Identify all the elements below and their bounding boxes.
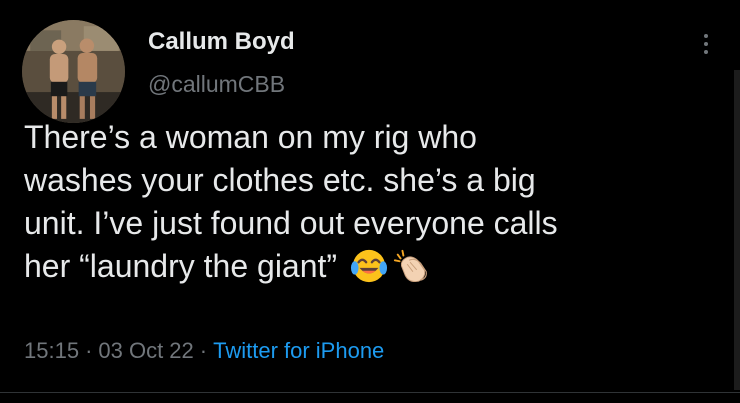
tweet-text-line: washes your clothes etc. she’s a big: [24, 162, 536, 198]
tweet-text-line-content: her “laundry the giant”: [24, 248, 338, 284]
author-name[interactable]: Callum Boyd: [148, 28, 295, 56]
ellipsis-dot: [704, 50, 708, 54]
meta-separator: ·: [85, 338, 93, 363]
face-with-tears-of-joy-icon: [350, 247, 388, 285]
clapping-hands-icon: [392, 247, 430, 285]
tweet-text: There’s a woman on my rig who washes you…: [24, 116, 736, 288]
more-options-button[interactable]: [694, 28, 718, 60]
meta-separator: ·: [199, 338, 208, 363]
tweet-meta: 15:15 · 03 Oct 22 · Twitter for iPhone: [24, 336, 384, 366]
avatar[interactable]: [22, 20, 125, 123]
divider: [0, 392, 740, 393]
tweet-text-line: unit. I’ve just found out everyone calls: [24, 205, 558, 241]
tweet-time[interactable]: 15:15: [24, 338, 79, 363]
profile-photo-icon: [22, 20, 125, 123]
tweet-source-link[interactable]: Twitter for iPhone: [213, 338, 384, 363]
ellipsis-dot: [704, 42, 708, 46]
author-handle[interactable]: @callumCBB: [148, 70, 285, 98]
tweet-text-line: There’s a woman on my rig who: [24, 119, 477, 155]
tweet-card: Callum Boyd @callumCBB There’s a woman o…: [0, 0, 740, 403]
tweet-date[interactable]: 03 Oct 22: [98, 338, 193, 363]
tweet-text-line-last: her “laundry the giant”: [24, 245, 736, 288]
vertical-ellipsis-icon: [704, 34, 708, 38]
